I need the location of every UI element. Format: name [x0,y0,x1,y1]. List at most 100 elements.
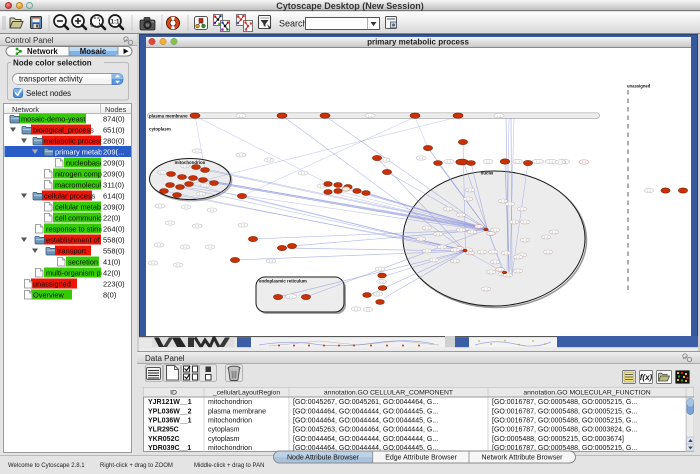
svg-text:cellular process: cellular process [44,191,96,200]
svg-text:[GO:0016787, GO:0005488, GO:00: [GO:0016787, GO:0005488, GO:0003824, G..… [492,427,637,434]
svg-text:(...): (...) [480,250,485,254]
svg-text:(...): (...) [508,202,513,206]
svg-text:22(0): 22(0) [103,213,121,222]
svg-text:[GO:0045267, GO:0045261, GO:00: [GO:0045267, GO:0045261, GO:0044464, G..… [293,399,438,406]
svg-text:(...): (...) [484,287,489,291]
svg-text:(...): (...) [477,225,482,229]
svg-text:f(x): f(x) [640,373,653,382]
svg-text:(...): (...) [199,192,204,196]
svg-text:nuclei: nuclei [481,171,494,176]
svg-text:mitochondrion: mitochondrion [208,418,252,425]
svg-text:41(0): 41(0) [103,257,121,266]
svg-text:280(0): 280(0) [103,136,125,145]
svg-text:651(0): 651(0) [103,125,125,134]
svg-text:(...): (...) [491,250,496,254]
svg-text:(...): (...) [157,243,162,247]
svg-text:(...): (...) [440,245,445,249]
svg-text:614(0): 614(0) [103,191,125,200]
svg-text:(...): (...) [468,188,473,192]
svg-text:YKR052C: YKR052C [148,436,180,443]
svg-text:YLR295C: YLR295C [148,427,179,434]
svg-text:(...): (...) [436,232,441,236]
svg-text:(...): (...) [183,245,188,249]
svg-text:nitrogen compo: nitrogen compo [55,169,106,178]
svg-text:209(...: 209(... [103,147,124,156]
svg-text:primary metabolic process: primary metabolic process [367,38,469,47]
svg-text:(...): (...) [489,232,494,236]
svg-text:(...): (...) [486,160,491,164]
svg-text:(...): (...) [379,280,384,284]
svg-text:(...): (...) [489,270,494,274]
svg-text:secretion: secretion [68,257,98,266]
svg-text:YJR121W__1: YJR121W__1 [148,399,192,406]
svg-text:(...): (...) [425,249,430,253]
svg-text:response to stimul: response to stimul [46,224,106,233]
svg-text:cytoplasm: cytoplasm [149,127,171,132]
svg-text:(...): (...) [523,238,528,242]
svg-text:558(0): 558(0) [103,235,125,244]
svg-text:(...): (...) [239,114,244,118]
svg-text:(...): (...) [269,259,274,263]
svg-text:(...): (...) [498,268,503,272]
svg-text:(...): (...) [558,160,563,164]
svg-text:(...): (...) [506,273,511,277]
svg-text:YPL036W__1: YPL036W__1 [148,418,192,425]
svg-text:cytoplasm: cytoplasm [208,427,240,434]
svg-text:(...): (...) [504,251,509,255]
svg-text:metabolic process: metabolic process [44,136,104,145]
svg-text:(...): (...) [523,220,528,224]
svg-text:(...): (...) [459,213,464,217]
svg-text:(...): (...) [425,226,430,230]
svg-text:plasma membrane: plasma membrane [208,408,266,415]
svg-text:(...): (...) [419,237,424,241]
svg-text:(...): (...) [453,259,458,263]
svg-text:Edge Attribute Browser: Edge Attribute Browser [385,455,457,462]
svg-text:(...): (...) [376,292,381,296]
svg-text:(...): (...) [378,267,383,271]
svg-text:(...): (...) [447,160,452,164]
svg-text:(...): (...) [203,184,208,188]
svg-text:874(0): 874(0) [103,114,125,123]
svg-text:primary metabo: primary metabo [55,147,106,156]
svg-text:(...): (...) [516,269,521,273]
svg-text:[GO:0044464, GO:0044444, GO:00: [GO:0044464, GO:0044444, GO:0044445, G..… [293,408,438,415]
svg-text:_cellularLayoutRegion: _cellularLayoutRegion [212,389,280,396]
svg-text:(...): (...) [354,307,359,311]
svg-text:(...): (...) [546,250,551,254]
svg-text:(...): (...) [210,208,215,212]
svg-text:(...): (...) [520,207,525,211]
svg-text:8(0): 8(0) [103,290,117,299]
svg-text:[GO:0044464, GO:0044444, GO:00: [GO:0044464, GO:0044444, GO:0044445, G..… [293,418,438,425]
svg-text:(...): (...) [320,184,325,188]
svg-text:(...): (...) [158,204,163,208]
svg-text:558(0): 558(0) [103,246,125,255]
svg-text:[GO:0016787, GO:0005488, GO:00: [GO:0016787, GO:0005488, GO:0005215, G..… [492,399,637,406]
svg-text:(...): (...) [301,171,306,175]
svg-text:(...): (...) [453,248,458,252]
svg-text:(...): (...) [582,160,587,164]
svg-text:(...): (...) [516,255,521,259]
svg-text:YPL036W__2: YPL036W__2 [148,408,192,415]
svg-text:(...): (...) [168,221,173,225]
svg-text:Node Attribute Browser: Node Attribute Browser [287,455,360,462]
svg-text:(...): (...) [536,160,541,164]
svg-text:209(0): 209(0) [103,202,125,211]
svg-text:[GO:0045263, GO:0044464, GO:00: [GO:0045263, GO:0044464, GO:0044444, G..… [293,427,438,434]
svg-text:(...): (...) [366,308,371,312]
svg-text:(...): (...) [552,230,557,234]
svg-text:(...): (...) [195,224,200,228]
svg-text:223(0): 223(0) [103,279,125,288]
svg-text:209(0): 209(0) [103,169,125,178]
svg-text:[GO:0016787, GO:0005488, GO:00: [GO:0016787, GO:0005488, GO:0005215, G..… [492,418,637,425]
svg-text:transport: transport [57,246,86,255]
svg-text:(...): (...) [493,228,498,232]
svg-text:(...): (...) [432,258,437,262]
svg-text:(...): (...) [289,295,294,299]
svg-text:264(0): 264(0) [103,224,125,233]
svg-text:unassigned: unassigned [33,279,71,288]
svg-text:(...): (...) [383,158,388,162]
svg-text:(...): (...) [549,160,554,164]
svg-text:biological_process: biological_process [33,125,94,134]
svg-text:(...): (...) [151,261,156,265]
svg-text:nucleobase-: nucleobase- [66,158,107,167]
